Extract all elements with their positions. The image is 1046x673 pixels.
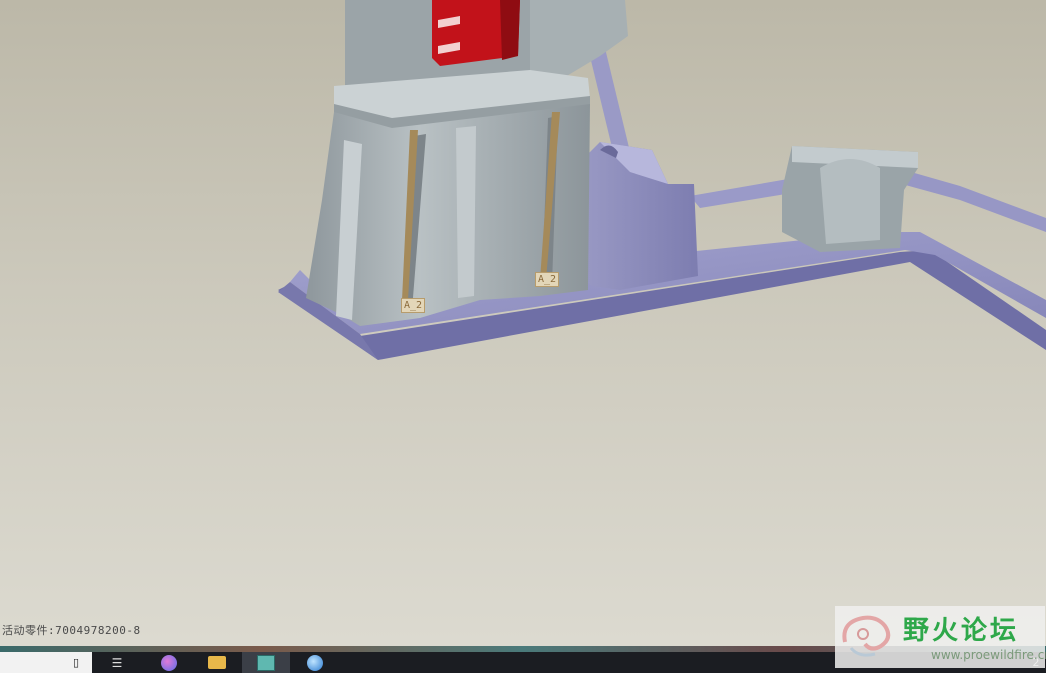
cad-viewport[interactable]: A_2 A_2 活动零件:7004978200-8 <box>0 0 1046 646</box>
datum-label-a2-right[interactable]: A_2 <box>535 272 560 287</box>
file-explorer-taskbar-button[interactable] <box>200 652 234 673</box>
browser-icon <box>161 654 177 671</box>
taskbar-search-box[interactable]: ▯ <box>0 652 92 673</box>
search-box-glyph: ▯ <box>72 656 80 669</box>
datum-label-a2-left[interactable]: A_2 <box>401 298 426 313</box>
active-part-status: 活动零件:7004978200-8 <box>2 624 141 637</box>
app-taskbar-button[interactable] <box>298 652 332 673</box>
browser-taskbar-button[interactable] <box>152 652 186 673</box>
creo-app-icon <box>257 654 275 671</box>
forum-watermark: 野火论坛 www.proewildfire.cn <box>835 606 1046 668</box>
cad-model-3d[interactable] <box>0 0 1046 646</box>
task-view-icon: ☰ <box>111 655 123 670</box>
task-view-button[interactable]: ☰ <box>100 652 134 673</box>
creo-taskbar-button[interactable] <box>242 652 290 673</box>
rear-housing <box>520 0 628 80</box>
watermark-title: 野火论坛 <box>903 616 1020 646</box>
watermark-url: www.proewildfire.cn <box>931 648 1046 662</box>
app-globe-icon <box>307 654 323 671</box>
watermark-logo-icon <box>842 615 891 657</box>
folder-icon <box>208 656 226 669</box>
